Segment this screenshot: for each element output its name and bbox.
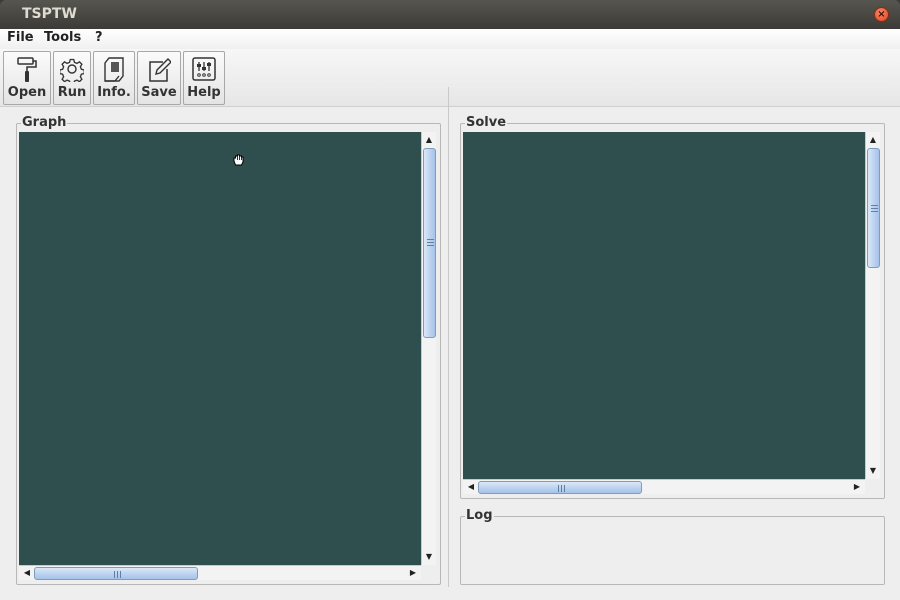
split-divider[interactable] xyxy=(448,87,449,587)
menu-tools[interactable]: Tools xyxy=(44,30,81,45)
solve-panel-title: Solve xyxy=(465,115,508,130)
menu-file[interactable]: File xyxy=(7,30,34,45)
help-button[interactable]: Help xyxy=(183,51,225,105)
save-button[interactable]: Save xyxy=(137,51,181,105)
graph-horizontal-scrollbar[interactable]: ◀ ▶ xyxy=(19,565,421,580)
window-title: TSPTW xyxy=(22,6,77,22)
graph-canvas[interactable] xyxy=(19,132,421,565)
run-button-label: Run xyxy=(57,85,87,100)
save-button-label: Save xyxy=(141,85,177,100)
solve-canvas[interactable] xyxy=(463,132,865,479)
solve-vertical-scroll-thumb[interactable] xyxy=(867,148,880,268)
solve-horizontal-scrollbar[interactable]: ◀ ▶ xyxy=(463,479,865,494)
graph-panel: Graph ▲ ▼ ◀ ▶ xyxy=(16,115,441,585)
scroll-up-arrow-icon[interactable]: ▲ xyxy=(422,133,436,147)
close-icon: × xyxy=(877,9,886,20)
window-titlebar: TSPTW × xyxy=(0,0,900,29)
scroll-left-arrow-icon[interactable]: ◀ xyxy=(464,480,478,494)
menu-bar: File Tools ? xyxy=(0,29,900,49)
scroll-left-arrow-icon[interactable]: ◀ xyxy=(20,566,34,580)
open-button-label: Open xyxy=(7,85,47,100)
close-window-button[interactable]: × xyxy=(874,7,889,22)
solve-horizontal-scroll-thumb[interactable] xyxy=(478,481,642,494)
help-button-label: Help xyxy=(187,85,221,100)
gear-icon xyxy=(60,58,84,82)
info-button[interactable]: Info. xyxy=(93,51,135,105)
log-panel: Log xyxy=(460,508,885,585)
scroll-up-arrow-icon[interactable]: ▲ xyxy=(866,133,880,147)
paint-roller-icon xyxy=(17,57,37,82)
main-window: File Tools ? Open Run Info. Save Help Gr… xyxy=(0,29,900,600)
scroll-right-arrow-icon[interactable]: ▶ xyxy=(850,480,864,494)
graph-vertical-scrollbar[interactable]: ▲ ▼ xyxy=(421,132,436,565)
edit-note-icon xyxy=(149,58,171,82)
menu-help-question[interactable]: ? xyxy=(95,30,103,45)
scroll-down-arrow-icon[interactable]: ▼ xyxy=(866,464,880,478)
graph-horizontal-scroll-thumb[interactable] xyxy=(34,567,198,580)
graph-panel-title: Graph xyxy=(21,115,68,130)
open-button[interactable]: Open xyxy=(3,51,51,105)
log-text-area[interactable] xyxy=(465,527,880,581)
graph-vertical-scroll-thumb[interactable] xyxy=(423,148,436,338)
solve-panel: Solve ▲ ▼ ◀ ▶ xyxy=(460,115,885,499)
info-button-label: Info. xyxy=(97,85,131,100)
toolbar: Open Run Info. Save Help xyxy=(0,49,900,107)
scroll-down-arrow-icon[interactable]: ▼ xyxy=(422,550,436,564)
hand-cursor-icon xyxy=(233,154,244,166)
solve-vertical-scrollbar[interactable]: ▲ ▼ xyxy=(865,132,880,479)
scroll-document-icon xyxy=(104,57,124,82)
scroll-right-arrow-icon[interactable]: ▶ xyxy=(406,566,420,580)
run-button[interactable]: Run xyxy=(53,51,91,105)
log-panel-title: Log xyxy=(465,508,494,523)
sliders-icon xyxy=(192,57,216,81)
